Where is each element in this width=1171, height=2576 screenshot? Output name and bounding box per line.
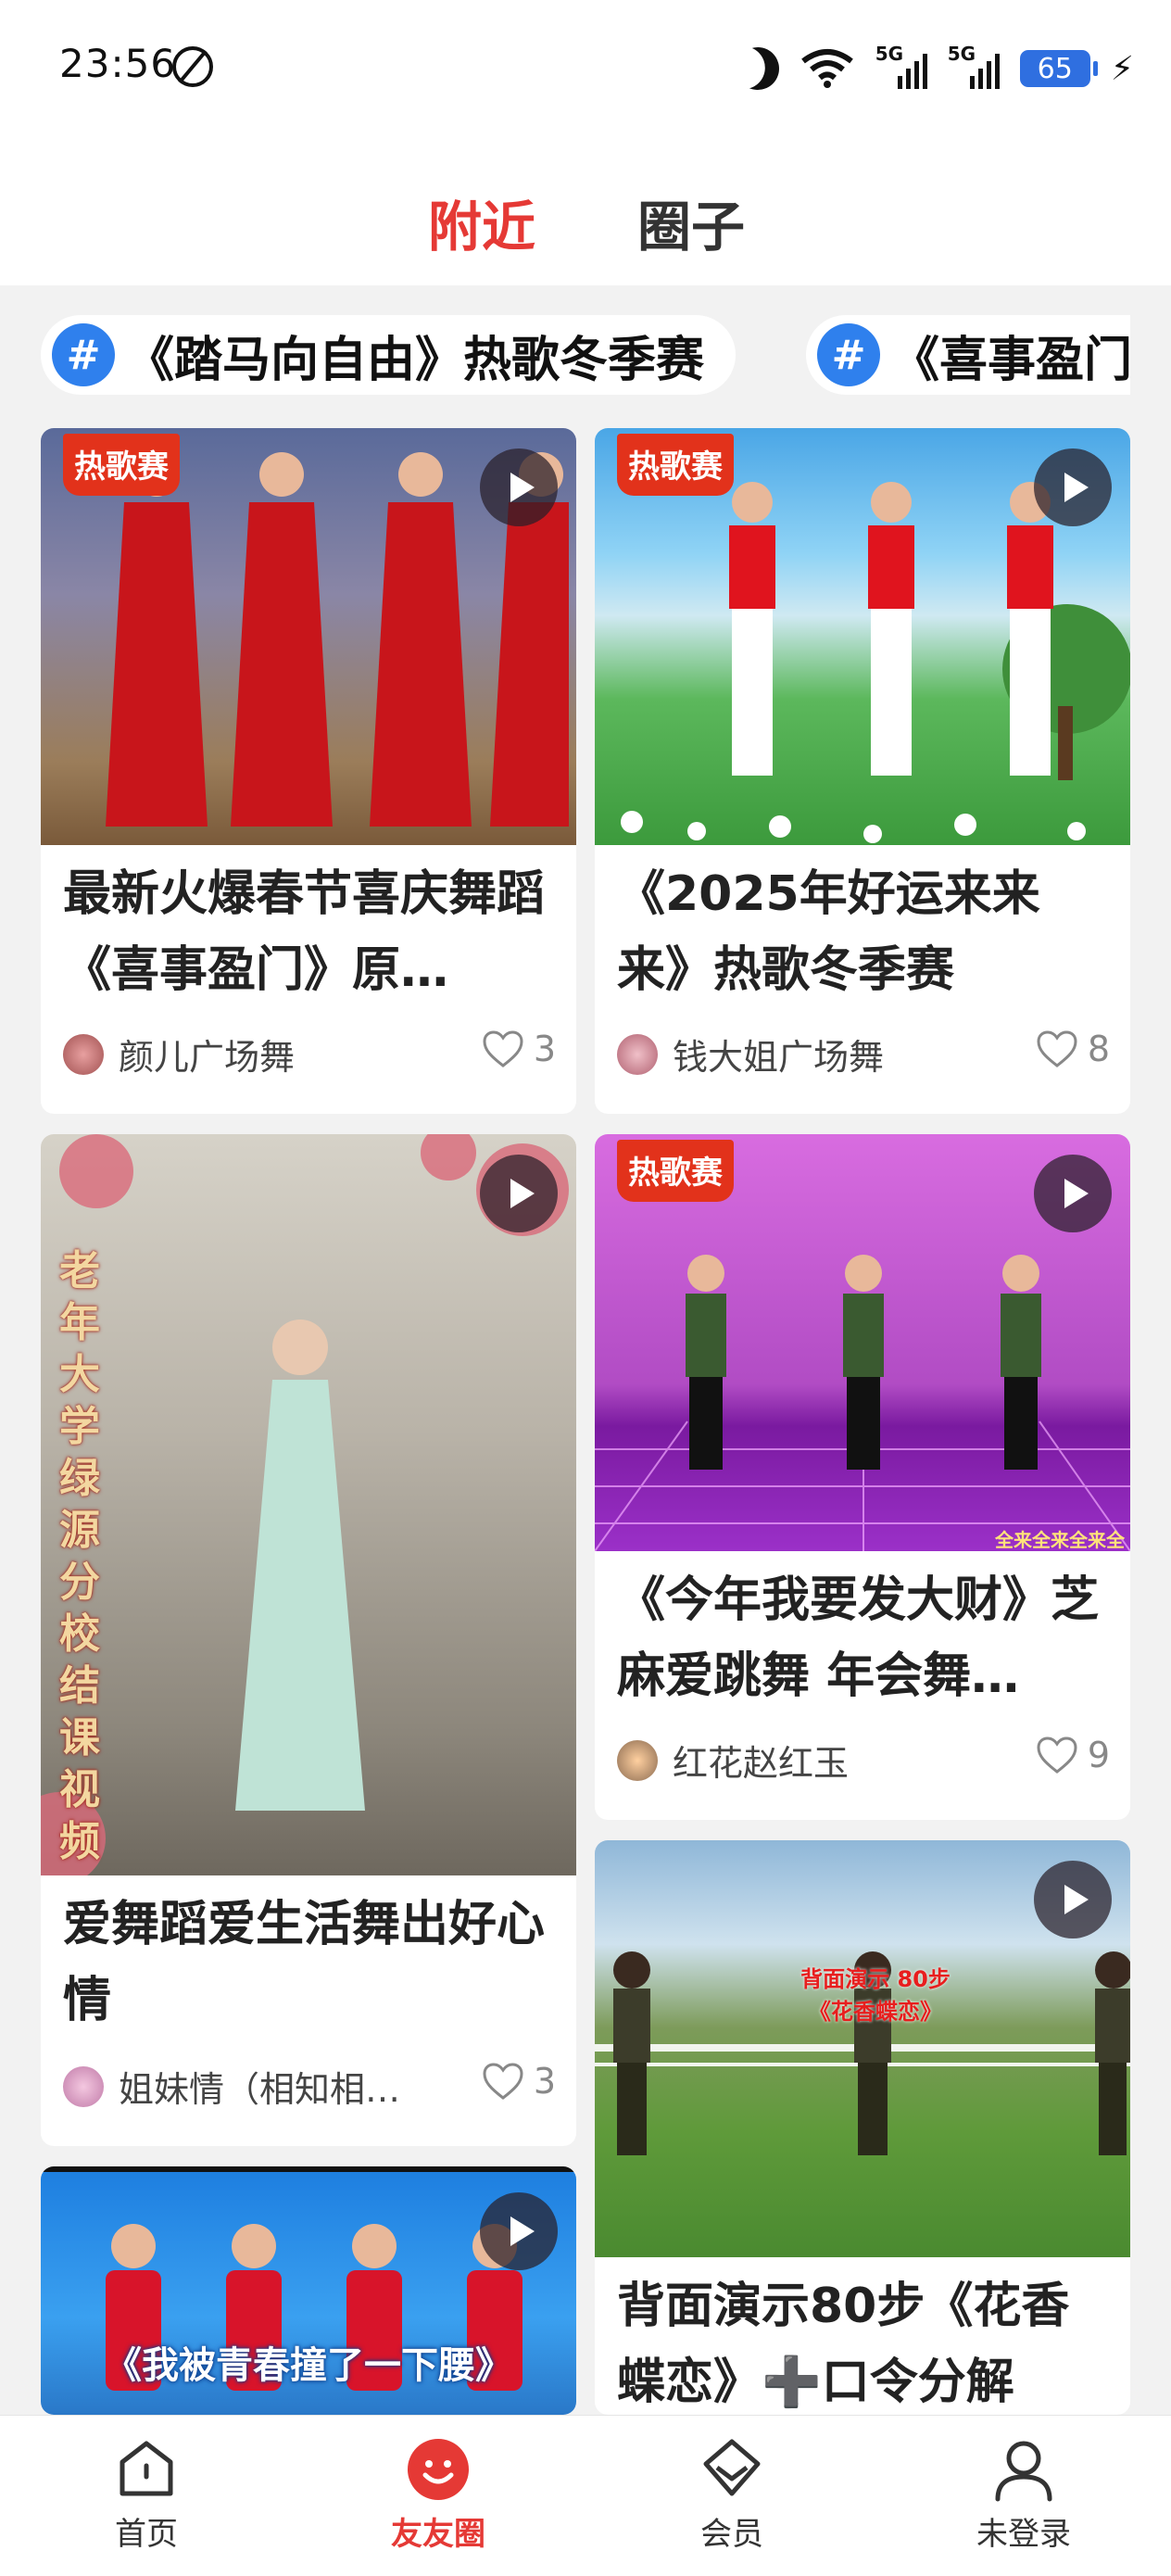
play-icon[interactable] — [480, 448, 558, 526]
card-author[interactable]: 姐妹情（相知相… — [63, 2061, 400, 2112]
avatar — [617, 1033, 658, 1075]
video-thumbnail[interactable]: 全来全来全来全 热歌赛 — [595, 1134, 1130, 1551]
video-overlay-caption: 《我被青春撞了一下腰》 — [105, 2344, 512, 2387]
video-card[interactable]: 《我被青春撞了一下腰》 — [41, 2166, 576, 2415]
video-thumbnail[interactable]: 背面演示 80步 《花香蝶恋》 — [595, 1840, 1130, 2257]
topic-label: 《喜事盈门 — [891, 332, 1130, 388]
like-button[interactable]: 3 — [482, 1029, 556, 1069]
card-title[interactable]: 爱舞蹈爱生活舞出好心情 — [63, 1887, 556, 2039]
video-overlay-caption: 全来全来全来全 — [995, 1529, 1125, 1551]
nav-friends[interactable]: 友友圈 — [369, 2436, 508, 2554]
author-name: 钱大姐广场舞 — [673, 1037, 885, 1078]
video-overlay-caption: 老年大学绿源分校结课视频 — [59, 1247, 100, 1865]
tab-circle[interactable]: 圈子 — [637, 183, 745, 261]
play-icon[interactable] — [1034, 448, 1112, 526]
topic-chip[interactable]: # 《踏马向自由》热歌冬季赛 — [41, 315, 737, 395]
video-card[interactable]: 老年大学绿源分校结课视频 爱舞蹈爱生活舞出好心情 姐妹情（相知相… 3 — [41, 1134, 576, 2146]
home-icon — [120, 2441, 173, 2496]
charging-icon: ⚡ — [1110, 49, 1134, 88]
wifi-icon — [800, 48, 855, 89]
heart-icon — [1037, 1736, 1077, 1774]
hot-song-badge: 热歌赛 — [63, 434, 180, 496]
card-title[interactable]: 《今年我要发大财》芝麻爱跳舞 年会舞… — [617, 1562, 1110, 1714]
status-time: 23:56 — [59, 41, 177, 86]
signal-5g-icon: 5G — [875, 43, 927, 89]
nav-label: 会员 — [700, 2516, 763, 2553]
like-count: 8 — [1087, 1029, 1110, 1069]
hot-song-badge: 热歌赛 — [617, 434, 734, 496]
nav-label: 未登录 — [976, 2516, 1071, 2553]
video-card[interactable]: 全来全来全来全 热歌赛 《今年我要发大财》芝麻爱跳舞 年会舞… 红花赵红玉 9 — [595, 1134, 1130, 1820]
play-icon[interactable] — [480, 2192, 558, 2270]
author-name: 颜儿广场舞 — [119, 1037, 296, 1078]
video-card[interactable]: 热歌赛 《2025年好运来来来》热歌冬季赛 钱大姐广场舞 8 — [595, 428, 1130, 1114]
nav-login[interactable]: 未登录 — [954, 2436, 1093, 2554]
play-icon[interactable] — [1034, 1861, 1112, 1938]
dancer-illustration — [41, 1134, 569, 1875]
nav-member[interactable]: 会员 — [662, 2436, 801, 2554]
video-thumbnail[interactable]: 热歌赛 — [595, 428, 1130, 845]
like-button[interactable]: 8 — [1036, 1029, 1110, 1069]
topic-strip: # 《踏马向自由》热歌冬季赛 # 《喜事盈门 — [41, 315, 1130, 395]
hashtag-icon: # — [52, 323, 115, 386]
status-icons: 5G 5G 65 ⚡ — [737, 41, 1134, 96]
play-icon[interactable] — [1034, 1155, 1112, 1232]
heart-icon — [483, 2063, 523, 2100]
card-author[interactable]: 钱大姐广场舞 — [617, 1029, 884, 1080]
avatar — [617, 1739, 658, 1781]
topic-chip[interactable]: # 《喜事盈门 — [806, 315, 1130, 395]
like-count: 9 — [1087, 1735, 1110, 1775]
like-count: 3 — [533, 1029, 556, 1069]
avatar — [63, 1033, 104, 1075]
battery-indicator: 65 — [1019, 50, 1098, 87]
video-thumbnail[interactable]: 《我被青春撞了一下腰》 — [41, 2166, 576, 2415]
card-title[interactable]: 《2025年好运来来来》热歌冬季赛 — [617, 856, 1110, 1008]
top-tabs: 附近 圈子 — [0, 139, 1171, 285]
avatar — [63, 2065, 104, 2107]
video-overlay-caption: 背面演示 80步 《花香蝶恋》 — [800, 1966, 951, 2025]
nav-home[interactable]: 首页 — [77, 2436, 216, 2554]
video-card[interactable]: 热歌赛 最新火爆春节喜庆舞蹈《喜事盈门》原… 颜儿广场舞 3 — [41, 428, 576, 1114]
hashtag-icon: # — [817, 323, 880, 386]
card-author[interactable]: 颜儿广场舞 — [63, 1029, 295, 1080]
video-thumbnail[interactable]: 热歌赛 — [41, 428, 576, 845]
card-title[interactable]: 最新火爆春节喜庆舞蹈《喜事盈门》原… — [63, 856, 556, 1008]
author-name: 姐妹情（相知相… — [119, 2069, 401, 2110]
author-name: 红花赵红玉 — [673, 1743, 850, 1784]
moon-icon — [730, 42, 785, 96]
card-title[interactable]: 背面演示80步《花香蝶恋》➕口令分解 — [617, 2268, 1110, 2415]
heart-icon — [1037, 1030, 1077, 1067]
card-author[interactable]: 红花赵红玉 — [617, 1735, 849, 1786]
nav-label: 友友圈 — [391, 2516, 485, 2553]
like-button[interactable]: 3 — [482, 2061, 556, 2102]
topic-label: 《踏马向自由》热歌冬季赛 — [126, 332, 705, 388]
tab-nearby[interactable]: 附近 — [428, 183, 535, 261]
like-button[interactable]: 9 — [1036, 1735, 1110, 1775]
bottom-nav: 首页 友友圈 会员 未登录 — [0, 2415, 1171, 2576]
like-count: 3 — [533, 2061, 556, 2102]
signal-5g-icon: 5G — [948, 43, 1000, 89]
user-icon — [995, 2441, 1052, 2502]
play-icon[interactable] — [480, 1155, 558, 1232]
nfc-off-icon — [172, 46, 213, 87]
status-bar: 23:56 5G 5G 65 ⚡ — [0, 0, 1171, 139]
nav-label: 首页 — [115, 2516, 178, 2553]
heart-icon — [483, 1030, 523, 1067]
hot-song-badge: 热歌赛 — [617, 1140, 734, 1202]
smile-icon — [408, 2439, 469, 2500]
video-thumbnail[interactable]: 老年大学绿源分校结课视频 — [41, 1134, 576, 1875]
video-card[interactable]: 背面演示 80步 《花香蝶恋》 背面演示80步《花香蝶恋》➕口令分解 — [595, 1840, 1130, 2415]
diamond-icon — [703, 2439, 761, 2496]
